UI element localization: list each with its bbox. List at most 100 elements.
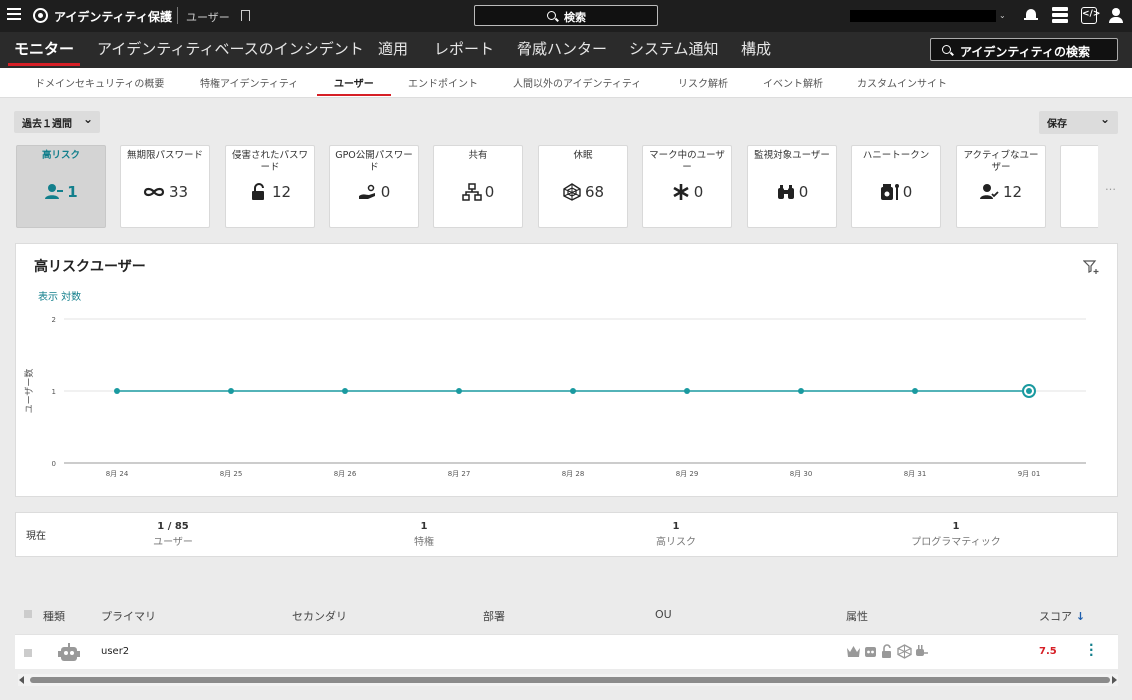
more-tiles-icon[interactable]: … — [1105, 180, 1116, 193]
active-tab-indicator — [317, 94, 391, 96]
x-tick-label: 8月 25 — [220, 470, 243, 478]
tile-value: 0 — [693, 183, 704, 201]
app-title: アイデンティティ保護 — [54, 10, 172, 24]
nav-threat-hunter[interactable]: 脅威ハンター — [517, 38, 607, 59]
chevron-down-icon[interactable]: ⌄ — [999, 11, 1006, 20]
global-search-button[interactable]: 検索 — [474, 5, 658, 26]
tile-shared[interactable]: 共有 0 — [433, 145, 523, 228]
bell-icon[interactable] — [1023, 7, 1039, 24]
x-tick-label: 8月 26 — [334, 470, 357, 478]
scroll-right-icon[interactable] — [1112, 676, 1117, 684]
scrollbar-thumb[interactable] — [30, 677, 1110, 683]
tile-never-expiring-password[interactable]: 無期限パスワード 33 — [120, 145, 210, 228]
row-checkbox[interactable] — [24, 649, 32, 657]
tile-gpo-exposed-password[interactable]: GPO公開パスワード 0 — [329, 145, 419, 228]
sub-navigation: ドメインセキュリティの概要 特権アイデンティティ ユーザー エンドポイント 人間… — [0, 68, 1132, 98]
tab-privileged-identities[interactable]: 特権アイデンティティ — [200, 75, 298, 90]
y-tick-label: 1 — [52, 388, 56, 396]
y-tick-label: 0 — [52, 460, 56, 468]
row-actions-icon[interactable]: · · · — [1089, 639, 1094, 661]
unlock-icon — [880, 644, 895, 659]
tile-high-risk[interactable]: 高リスク 1 — [16, 145, 106, 228]
row-primary[interactable]: user2 — [101, 646, 129, 657]
active-nav-indicator — [8, 63, 80, 66]
user-check-icon — [979, 184, 999, 199]
breadcrumb[interactable]: ユーザー — [186, 9, 230, 25]
scroll-left-icon[interactable] — [19, 676, 24, 684]
tile-label: マーク中のユーザー — [649, 150, 725, 173]
binoculars-icon — [777, 185, 794, 199]
save-dropdown[interactable]: 保存 — [1039, 111, 1118, 134]
tile-label: ハニートークン — [862, 150, 930, 161]
column-primary[interactable]: プライマリ — [101, 608, 156, 624]
account-selector[interactable] — [850, 10, 996, 22]
hand-key-icon — [358, 184, 375, 199]
nav-system-notifications[interactable]: システム通知 — [629, 38, 719, 59]
x-tick-label: 8月 30 — [790, 470, 813, 478]
summary-privileged: 1 特権 — [344, 521, 504, 548]
user-group-icon — [45, 184, 64, 199]
menu-icon[interactable] — [7, 8, 21, 22]
tile-honeytoken[interactable]: ハニートークン 0 — [851, 145, 941, 228]
tile-value: 12 — [271, 183, 292, 201]
tile-active-users[interactable]: アクティブなユーザー 12 — [956, 145, 1046, 228]
tile-marked-users[interactable]: マーク中のユーザー 0 — [642, 145, 732, 228]
spiderweb-icon — [897, 644, 912, 659]
x-tick-label: 8月 29 — [676, 470, 699, 478]
user-profile-icon[interactable] — [1108, 7, 1124, 24]
tile-label: 侵害されたパスワード — [231, 150, 308, 173]
column-secondary[interactable]: セカンダリ — [292, 608, 347, 624]
stack-icon[interactable] — [1052, 7, 1068, 24]
tile-dormant[interactable]: 休眠 68 — [538, 145, 628, 228]
global-search-label: 検索 — [564, 11, 586, 24]
bookmark-icon[interactable] — [241, 10, 250, 21]
data-point — [1026, 388, 1032, 394]
crown-icon — [846, 644, 861, 659]
table-header: 種類 プライマリ セカンダリ 部署 OU 属性 スコア — [15, 603, 1118, 627]
tile-value: 0 — [798, 183, 809, 201]
nav-monitor[interactable]: モニター — [14, 38, 74, 59]
tab-risk-analysis[interactable]: リスク解析 — [678, 75, 728, 90]
summary-value: 1 — [952, 521, 960, 532]
nav-identity-incidents[interactable]: アイデンティティベースのインシデント — [97, 38, 364, 59]
horizontal-scrollbar[interactable] — [18, 674, 1118, 686]
tile-value: 0 — [902, 183, 913, 201]
tab-event-analysis[interactable]: イベント解析 — [763, 75, 823, 90]
tab-custom-insights[interactable]: カスタムインサイト — [857, 75, 947, 90]
line-chart: 0 1 2 ユーザー数 8月 24 8月 25 8月 26 8月 27 8月 28 8月 29 8月… — [23, 316, 1086, 478]
table-row[interactable]: user2 7.5 · · · — [15, 634, 1118, 669]
select-all-checkbox[interactable] — [24, 610, 32, 618]
tab-endpoints[interactable]: エンドポイント — [408, 75, 478, 90]
identity-search-button[interactable]: アイデンティティの検索 — [930, 38, 1118, 61]
tile-label: GPO公開パスワード — [335, 150, 413, 173]
tab-non-human-identities[interactable]: 人間以外のアイデンティティ — [513, 75, 641, 90]
asterisk-icon — [673, 184, 689, 200]
period-dropdown[interactable]: 過去１週間 — [14, 111, 100, 133]
nav-enforce[interactable]: 適用 — [378, 38, 408, 59]
summary-label: ユーザー — [153, 537, 193, 548]
divider — [177, 7, 178, 24]
metric-tiles: 高リスク 1 無期限パスワード 33 侵害されたパスワード 12 GPO公開パス… — [16, 145, 1098, 229]
tile-value: 0 — [484, 183, 495, 201]
summary-high-risk: 1 高リスク — [596, 521, 756, 548]
tile-compromised-password[interactable]: 侵害されたパスワード 12 — [225, 145, 315, 228]
search-icon — [942, 45, 951, 54]
tile-watched-users[interactable]: 監視対象ユーザー 0 — [747, 145, 837, 228]
column-type[interactable]: 種類 — [43, 608, 65, 624]
infinity-icon — [143, 187, 165, 197]
tile-medium[interactable]: 中 — [1060, 145, 1098, 228]
tile-value: 12 — [1002, 183, 1023, 201]
x-tick-label: 8月 24 — [106, 470, 129, 478]
identity-search-label: アイデンティティの検索 — [960, 45, 1090, 59]
tab-users[interactable]: ユーザー — [334, 75, 374, 90]
nav-reports[interactable]: レポート — [434, 38, 494, 59]
column-attributes[interactable]: 属性 — [846, 608, 868, 624]
column-score[interactable]: スコア — [1039, 608, 1085, 624]
column-department[interactable]: 部署 — [483, 608, 505, 624]
tab-domain-security-overview[interactable]: ドメインセキュリティの概要 — [35, 75, 164, 90]
nav-configure[interactable]: 構成 — [741, 38, 771, 59]
data-point — [456, 388, 462, 394]
column-ou[interactable]: OU — [655, 608, 672, 621]
main-navigation: モニター アイデンティティベースのインシデント 適用 レポート 脅威ハンター シ… — [0, 32, 1132, 68]
code-icon[interactable]: </> — [1081, 7, 1100, 24]
